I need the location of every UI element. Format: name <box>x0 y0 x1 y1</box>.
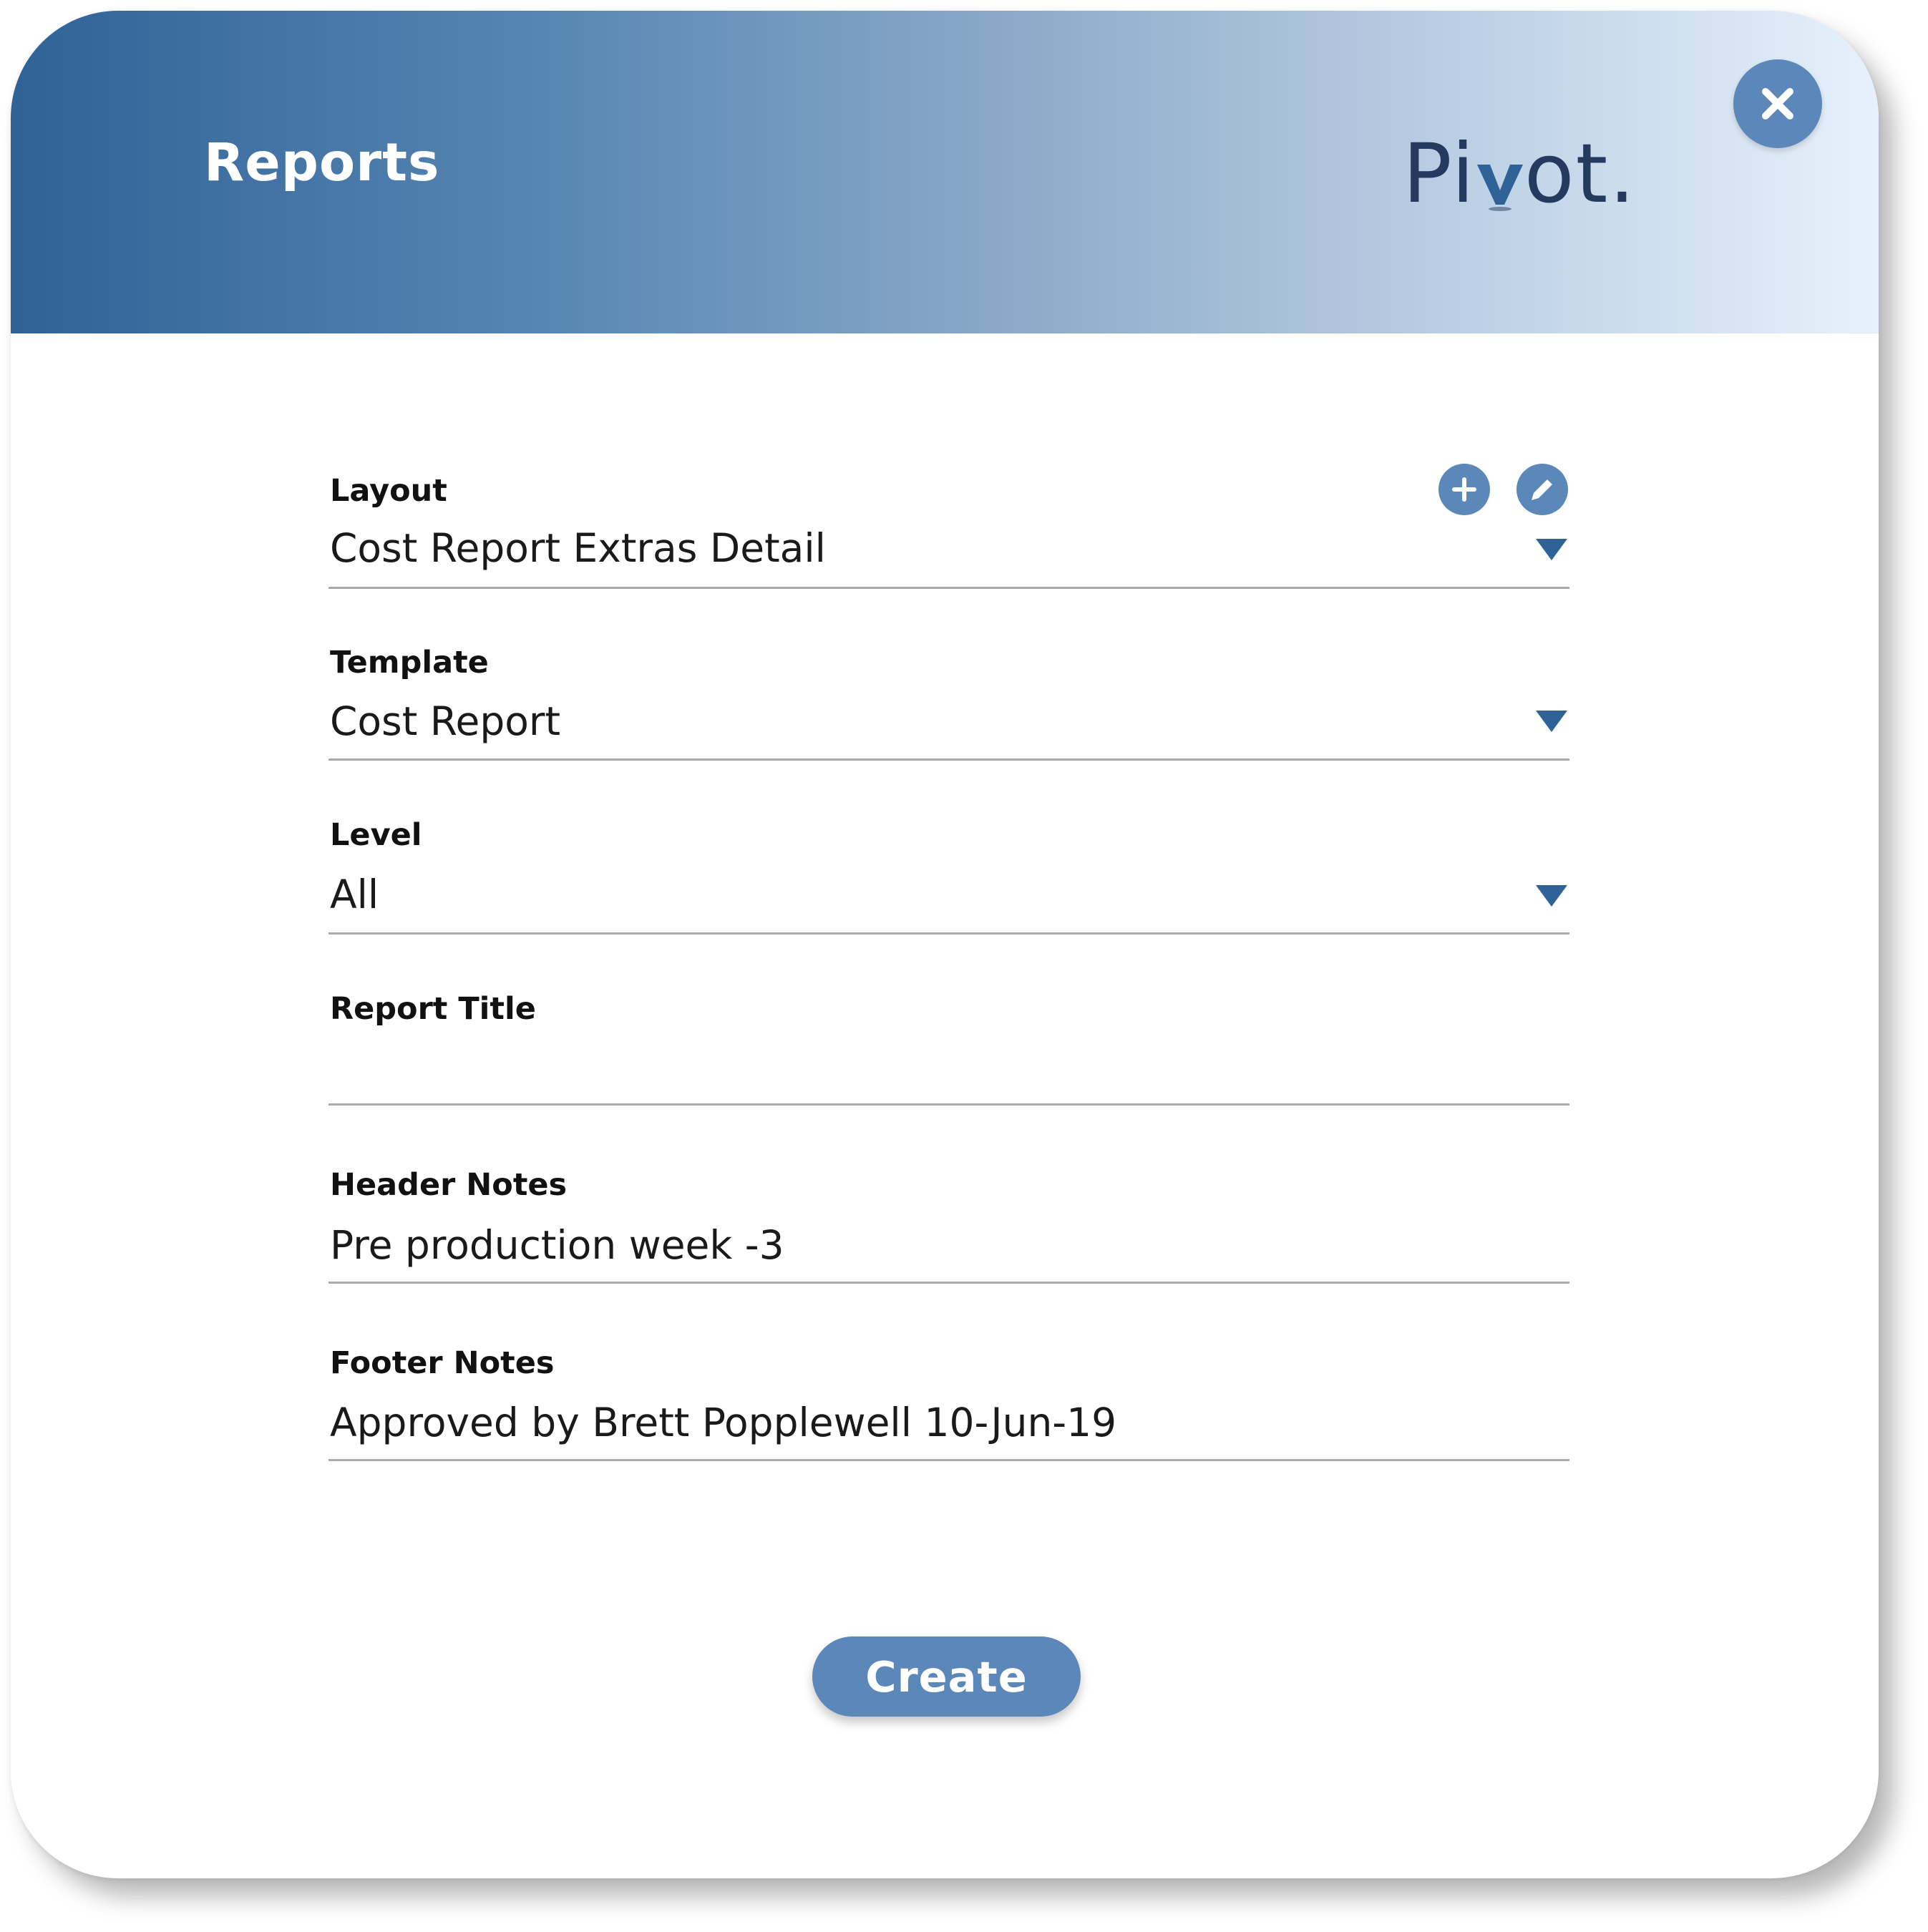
footer-notes-label: Footer Notes <box>330 1345 555 1381</box>
reports-dialog: Reports Pi ot. Layout Cost Report Extras… <box>11 11 1879 1878</box>
report-title-label: Report Title <box>330 991 536 1027</box>
logo-text-start: Pi <box>1403 126 1476 221</box>
pivot-logo: Pi ot. <box>1403 122 1637 215</box>
dialog-header: Reports Pi ot. <box>11 11 1879 333</box>
logo-v-mark-icon <box>1474 143 1526 215</box>
footer-notes-underline <box>328 1459 1569 1461</box>
level-dropdown-icon[interactable] <box>1536 885 1567 907</box>
close-icon <box>1762 88 1793 119</box>
logo-text-end: ot. <box>1524 126 1637 221</box>
header-notes-underline <box>328 1282 1569 1284</box>
level-select[interactable]: All <box>330 875 379 914</box>
report-title-underline <box>328 1103 1569 1106</box>
add-layout-button[interactable] <box>1438 464 1490 515</box>
pencil-icon <box>1532 479 1552 500</box>
layout-label: Layout <box>330 473 447 509</box>
edit-layout-button[interactable] <box>1516 464 1568 515</box>
close-button[interactable] <box>1733 59 1822 148</box>
template-select[interactable]: Cost Report <box>330 702 560 741</box>
level-label: Level <box>330 817 422 853</box>
create-button[interactable]: Create <box>812 1636 1081 1717</box>
footer-notes-input[interactable]: Approved by Brett Popplewell 10-Jun-19 <box>330 1403 1116 1443</box>
plus-icon <box>1452 477 1476 502</box>
template-dropdown-icon[interactable] <box>1536 711 1567 732</box>
header-notes-label: Header Notes <box>330 1167 568 1203</box>
layout-dropdown-icon[interactable] <box>1536 539 1567 560</box>
dialog-title: Reports <box>204 132 440 193</box>
layout-select[interactable]: Cost Report Extras Detail <box>330 529 826 568</box>
level-underline <box>328 932 1569 935</box>
header-notes-input[interactable]: Pre production week -3 <box>330 1226 784 1265</box>
template-underline <box>328 758 1569 761</box>
template-label: Template <box>330 645 489 680</box>
layout-underline <box>328 587 1569 589</box>
